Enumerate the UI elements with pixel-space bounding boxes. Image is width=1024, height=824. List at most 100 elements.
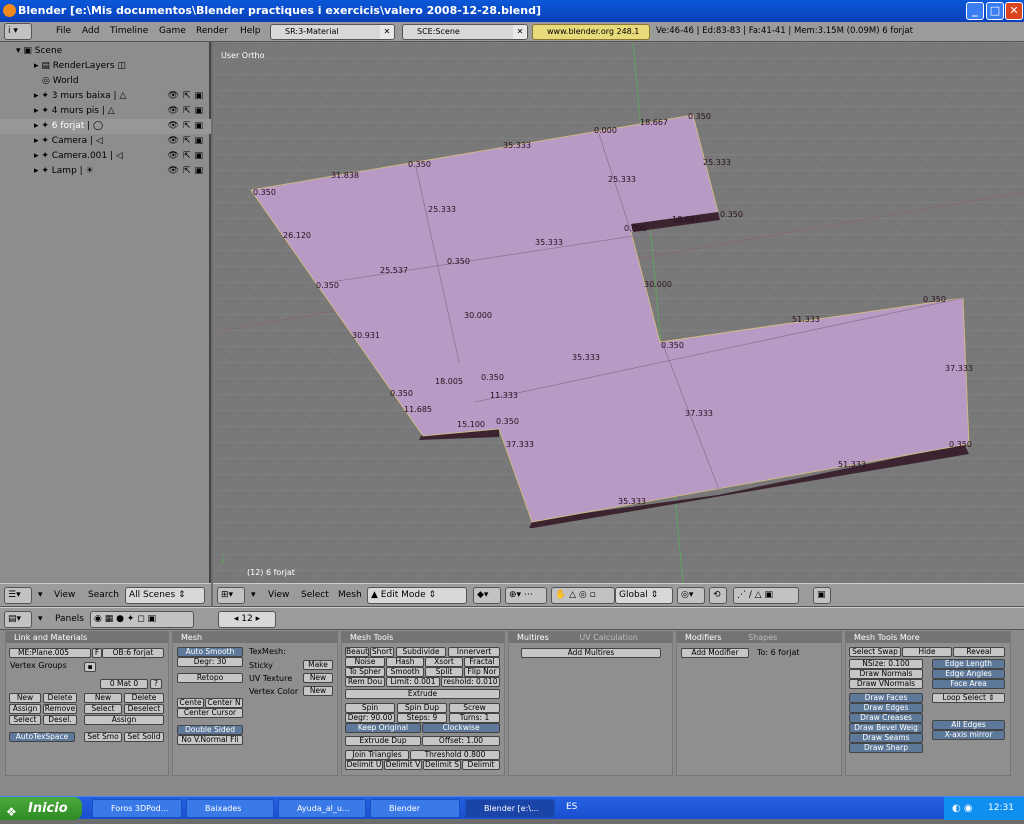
material-index-field[interactable]: 0 Mat 0 — [100, 679, 148, 689]
view-menu[interactable]: View — [268, 590, 289, 600]
maximize-button[interactable]: □ — [986, 2, 1004, 20]
outliner-item-camera[interactable]: ▸ ✦ Camera | ◁ 👁⇱▣ — [0, 134, 211, 149]
loop-select-menu[interactable]: Loop Select ⇕ — [932, 693, 1005, 703]
smooth-button[interactable]: Smooth — [386, 667, 424, 677]
innervert-button[interactable]: Innervert — [448, 647, 500, 657]
threshold-field[interactable]: reshold: 0.010 — [441, 677, 500, 687]
screen-close-icon[interactable]: ✕ — [380, 25, 394, 39]
delimit-sharp-toggle[interactable]: Delimit S — [423, 760, 461, 770]
delimit-vcol-toggle[interactable]: Delimit V — [384, 760, 422, 770]
menu-add[interactable]: Add — [82, 26, 99, 36]
pivot-icon[interactable]: ⊕▾ ⋯ — [505, 587, 547, 604]
mesh-name-field[interactable]: ME:Plane.005 — [9, 648, 91, 658]
draw-faces-toggle[interactable]: Draw Faces — [849, 693, 923, 703]
menu-render[interactable]: Render — [196, 26, 228, 36]
outliner-filter-select[interactable]: All Scenes ⇕ — [125, 587, 205, 604]
add-multires-button[interactable]: Add Multires — [521, 648, 661, 658]
offset-field[interactable]: Offset: 1.00 — [422, 736, 500, 746]
outliner-item-renderlayers[interactable]: ▸ ▤ RenderLayers ◫ — [0, 59, 211, 74]
limit-field[interactable]: Limit: 0.001 — [386, 677, 440, 687]
autotexspace-toggle[interactable]: AutoTexSpace — [9, 732, 75, 742]
outliner-view-menu[interactable]: View — [54, 590, 75, 600]
delimit-uv-toggle[interactable]: Delimit U — [345, 760, 383, 770]
editor-type-buttons-icon[interactable]: ▤▾ — [4, 611, 32, 628]
uv-texture-new-button[interactable]: New — [303, 673, 333, 683]
vertex-color-new-button[interactable]: New — [303, 686, 333, 696]
vg-new-button[interactable]: New — [9, 693, 41, 703]
vg-remove-button[interactable]: Remove — [43, 704, 77, 714]
extrude-button[interactable]: Extrude — [345, 689, 500, 699]
tray-icons[interactable]: ◐ ◉ — [952, 797, 973, 820]
subdivide-button[interactable]: Subdivide — [396, 647, 446, 657]
screen-selector[interactable]: SR:3-Material ✕ — [270, 24, 395, 40]
start-button[interactable]: ❖ Inicio — [0, 797, 82, 820]
draw-vnormals-toggle[interactable]: Draw VNormals — [849, 679, 923, 689]
draw-edges-toggle[interactable]: Draw Edges — [849, 703, 923, 713]
visibility-icons[interactable]: 👁⇱▣ — [168, 119, 207, 134]
select-menu[interactable]: Select — [301, 590, 329, 600]
mesh-menu[interactable]: Mesh — [338, 590, 362, 600]
centre-new-button[interactable]: Center N — [205, 698, 243, 708]
join-threshold-field[interactable]: Threshold 0.800 — [410, 750, 500, 760]
mat-new-button[interactable]: New — [84, 693, 122, 703]
taskbar-item[interactable]: Foros 3DPod... — [92, 799, 182, 818]
uv-calculation-tab[interactable]: UV Calculation — [579, 633, 638, 642]
select-mode-icons[interactable]: ⋰ ∕ △ ▣ — [733, 587, 799, 604]
hide-button[interactable]: Hide — [902, 647, 952, 657]
flip-normals-button[interactable]: Flip Nor — [464, 667, 500, 677]
spin-degrees-field[interactable]: Degr: 90.00 — [345, 713, 395, 723]
minimize-button[interactable]: _ — [966, 2, 984, 20]
mat-delete-button[interactable]: Delete — [124, 693, 164, 703]
draw-type-icon[interactable]: ◆▾ — [473, 587, 501, 604]
snap-icon[interactable]: ⟲ — [709, 587, 727, 604]
keep-original-toggle[interactable]: Keep Original — [345, 723, 421, 733]
multires-tab[interactable]: Multires — [517, 633, 549, 642]
material-help-button[interactable]: ? — [150, 679, 162, 689]
outliner-item-lamp[interactable]: ▸ ✦ Lamp | ☀ 👁⇱▣ — [0, 164, 211, 179]
context-tabs[interactable]: ◉ ▦ ● ✦ ◻ ▣ — [90, 611, 194, 628]
delimit-mat-toggle[interactable]: Delimit — [462, 760, 500, 770]
edge-length-toggle[interactable]: Edge Length — [932, 659, 1005, 669]
menu-help[interactable]: Help — [240, 26, 261, 36]
version-url[interactable]: www.blender.org 248.1 — [532, 24, 650, 40]
scene-close-icon[interactable]: ✕ — [513, 25, 527, 39]
to-sphere-button[interactable]: To Spher — [345, 667, 385, 677]
add-modifier-button[interactable]: Add Modifier — [681, 648, 749, 658]
object-name-field[interactable]: OB:6 forjat — [102, 648, 164, 658]
visibility-icons[interactable]: 👁⇱▣ — [168, 89, 207, 104]
shapes-tab[interactable]: Shapes — [748, 633, 777, 642]
editor-type-info-icon[interactable]: i ▾ — [4, 23, 32, 40]
outliner-item-world[interactable]: ◎ World — [0, 74, 211, 89]
short-toggle[interactable]: Short — [370, 647, 394, 657]
clock[interactable]: 12:31 — [988, 803, 1014, 813]
vg-assign-button[interactable]: Assign — [9, 704, 41, 714]
collapse-arrow-icon[interactable]: ▾ — [251, 590, 256, 600]
centre-cursor-button[interactable]: Center Cursor — [177, 708, 243, 718]
language-indicator[interactable]: ES — [566, 802, 577, 812]
edge-angles-toggle[interactable]: Edge Angles — [932, 669, 1005, 679]
sticky-make-button[interactable]: Make — [303, 660, 333, 670]
no-vnormal-flip-toggle[interactable]: No V.Normal Fli — [177, 735, 243, 745]
clockwise-toggle[interactable]: Clockwise — [422, 723, 500, 733]
draw-sharp-toggle[interactable]: Draw Sharp — [849, 743, 923, 753]
draw-normals-toggle[interactable]: Draw Normals — [849, 669, 923, 679]
vg-select-button[interactable]: Select — [9, 715, 41, 725]
menu-timeline[interactable]: Timeline — [110, 26, 148, 36]
taskbar-item[interactable]: Blender — [370, 799, 460, 818]
xsort-button[interactable]: Xsort — [425, 657, 463, 667]
modifiers-tab[interactable]: Modifiers — [685, 633, 722, 642]
mat-assign-button[interactable]: Assign — [84, 715, 164, 725]
outliner-search-menu[interactable]: Search — [88, 590, 119, 600]
taskbar-item-active[interactable]: Blender [e:\... — [465, 799, 555, 818]
visibility-icons[interactable]: 👁⇱▣ — [168, 164, 207, 179]
visibility-icons[interactable]: 👁⇱▣ — [168, 134, 207, 149]
render-icon[interactable]: ▣ — [813, 587, 831, 604]
normal-size-field[interactable]: NSize: 0.100 — [849, 659, 923, 669]
spin-dup-button[interactable]: Spin Dup — [397, 703, 447, 713]
retopo-button[interactable]: Retopo — [177, 673, 243, 683]
split-button[interactable]: Split — [425, 667, 463, 677]
manipulator-icons[interactable]: ✋ △ ◎ ▫ — [551, 587, 615, 604]
x-axis-mirror-toggle[interactable]: X-axis mirror — [932, 730, 1005, 740]
outliner-item-3-murs-baixa[interactable]: ▸ ✦ 3 murs baixa | △ 👁⇱▣ — [0, 89, 211, 104]
draw-seams-toggle[interactable]: Draw Seams — [849, 733, 923, 743]
